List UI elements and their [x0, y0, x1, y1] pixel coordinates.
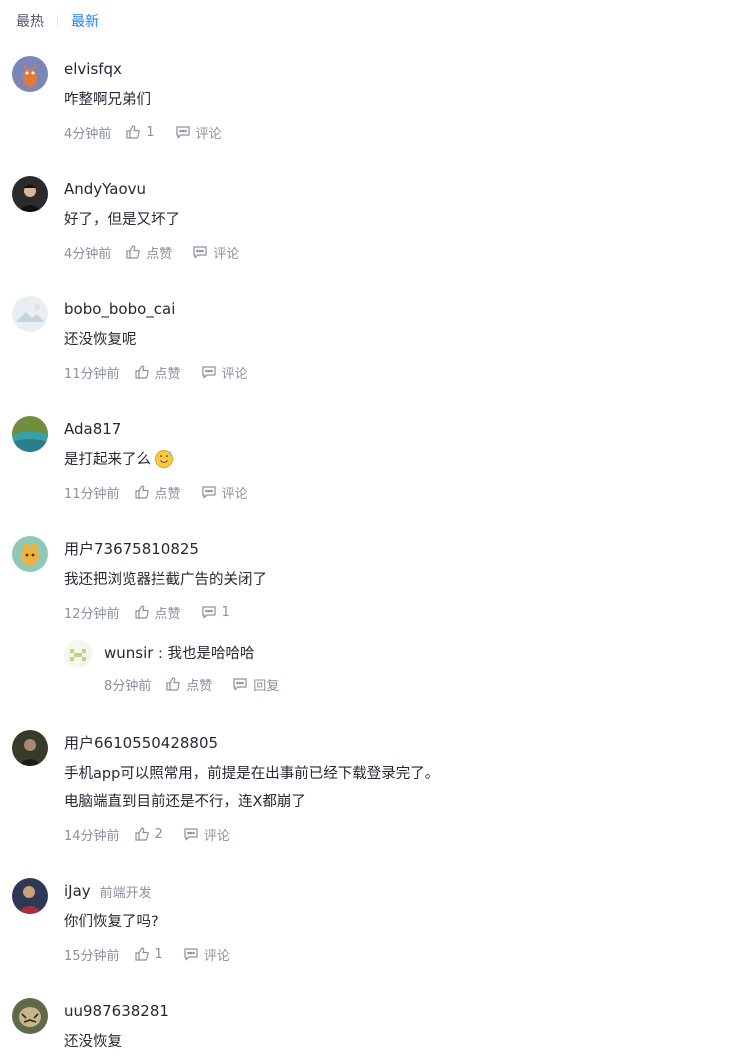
comment-bubble-icon — [175, 126, 190, 139]
like-count: 点赞 — [186, 678, 213, 694]
tab-latest[interactable]: 最新 — [71, 11, 99, 31]
comment-bubble-icon — [201, 366, 216, 379]
avatar[interactable] — [12, 878, 48, 914]
username[interactable]: elvisfqx — [64, 58, 122, 80]
username[interactable]: iJay — [64, 880, 91, 902]
comment-label: 评论 — [203, 948, 230, 964]
like-button[interactable]: 点赞 — [134, 603, 181, 622]
timestamp: 4分钟前 — [64, 246, 112, 262]
comment-button[interactable]: 评论 — [183, 825, 230, 844]
like-button[interactable]: 点赞 — [134, 483, 181, 502]
username[interactable]: AndyYaovu — [64, 178, 146, 200]
like-button[interactable]: 1 — [125, 124, 155, 140]
tab-divider — [57, 15, 58, 27]
comment-bubble-icon — [201, 606, 216, 619]
avatar[interactable] — [12, 176, 48, 212]
avatar[interactable] — [12, 56, 48, 92]
sweat-smile-emoji-icon — [155, 450, 173, 468]
comment-label: 评论 — [221, 366, 248, 382]
job-title: 前端开发 — [99, 885, 152, 901]
comment-text: 还没恢复呢 — [64, 332, 137, 348]
comment-text-line: 电脑端直到目前还是不行，连X都崩了 — [64, 794, 306, 810]
avatar[interactable] — [12, 536, 48, 572]
comment-text-line: 手机app可以照常用，前提是在出事前已经下载登录完了。 — [64, 766, 440, 782]
reply-content: wunsir : 我也是哈哈哈 — [104, 642, 704, 666]
comment-bubble-icon — [201, 486, 216, 499]
comment-text: 咋整啊兄弟们 — [64, 92, 151, 108]
like-button[interactable]: 点赞 — [125, 243, 172, 262]
avatar[interactable] — [12, 998, 48, 1034]
comment-bubble-icon — [184, 828, 198, 841]
comment-button[interactable]: 评论 — [183, 945, 230, 964]
thumbs-up-icon — [134, 365, 149, 379]
thumbs-up-icon — [134, 827, 149, 841]
thumbs-up-icon — [126, 125, 141, 139]
timestamp: 14分钟前 — [64, 828, 120, 844]
comment-text: 你们恢复了吗? — [64, 914, 159, 930]
like-count: 2 — [154, 826, 163, 842]
thumbs-up-icon — [126, 245, 141, 259]
comment-bubble-icon — [184, 948, 198, 961]
avatar[interactable] — [12, 730, 48, 766]
comment-bubble-icon — [233, 678, 247, 691]
username[interactable]: bobo_bobo_cai — [64, 298, 175, 320]
like-count: 1 — [146, 124, 155, 140]
thumbs-up-icon — [166, 677, 181, 691]
comment-button[interactable]: 1 — [201, 604, 230, 620]
like-count: 点赞 — [146, 246, 173, 262]
reply-label: 回复 — [253, 678, 280, 694]
username[interactable]: 用户73675810825 — [64, 538, 199, 560]
timestamp: 15分钟前 — [64, 948, 120, 964]
comment-bubble-icon — [193, 246, 207, 259]
timestamp: 11分钟前 — [64, 366, 120, 382]
comment-label: 评论 — [213, 246, 240, 262]
comment-text: 手机app可以照常用，前提是在出事前已经下载登录完了。 电脑端直到目前还是不行，… — [64, 760, 713, 816]
timestamp: 8分钟前 — [104, 678, 152, 694]
comment-button[interactable]: 评论 — [175, 123, 222, 142]
reply-separator: : — [153, 646, 168, 662]
comment-button[interactable]: 评论 — [192, 243, 239, 262]
like-count: 点赞 — [154, 606, 181, 622]
thumbs-up-icon — [134, 485, 149, 499]
like-button[interactable]: 1 — [134, 946, 163, 962]
sort-tabs: 最热 最新 — [16, 11, 99, 31]
comment-button[interactable]: 评论 — [201, 483, 248, 502]
comment-text: 还没恢复 — [64, 1034, 122, 1050]
comment-label: 评论 — [203, 828, 230, 844]
timestamp: 12分钟前 — [64, 606, 120, 622]
reply-avatar[interactable] — [64, 640, 92, 668]
like-button[interactable]: 点赞 — [134, 363, 181, 382]
username[interactable]: Ada817 — [64, 418, 121, 440]
reply-button[interactable]: 回复 — [232, 675, 279, 694]
like-button[interactable]: 2 — [134, 826, 163, 842]
comment-button[interactable]: 评论 — [201, 363, 248, 382]
username[interactable]: uu987638281 — [64, 1000, 169, 1022]
comment-text: 是打起来了么 — [64, 446, 713, 474]
comment-text: 我还把浏览器拦截广告的关闭了 — [64, 572, 267, 588]
tab-hot[interactable]: 最热 — [16, 11, 44, 31]
thumbs-up-icon — [134, 947, 149, 961]
like-count: 1 — [154, 946, 163, 962]
username[interactable]: 用户6610550428805 — [64, 732, 218, 754]
avatar[interactable] — [12, 296, 48, 332]
like-count: 点赞 — [154, 486, 181, 502]
comment-text: 好了，但是又坏了 — [64, 212, 180, 228]
comment-label: 评论 — [221, 486, 248, 502]
like-count: 点赞 — [154, 366, 181, 382]
comment-count: 1 — [221, 604, 230, 620]
thumbs-up-icon — [134, 605, 149, 619]
reply-text: 我也是哈哈哈 — [167, 646, 255, 662]
avatar[interactable] — [12, 416, 48, 452]
timestamp: 11分钟前 — [64, 486, 120, 502]
comment-text-body: 是打起来了么 — [64, 452, 151, 468]
like-button[interactable]: 点赞 — [165, 675, 212, 694]
timestamp: 4分钟前 — [64, 126, 112, 142]
comment-label: 评论 — [195, 126, 222, 142]
reply-username[interactable]: wunsir — [104, 644, 153, 662]
